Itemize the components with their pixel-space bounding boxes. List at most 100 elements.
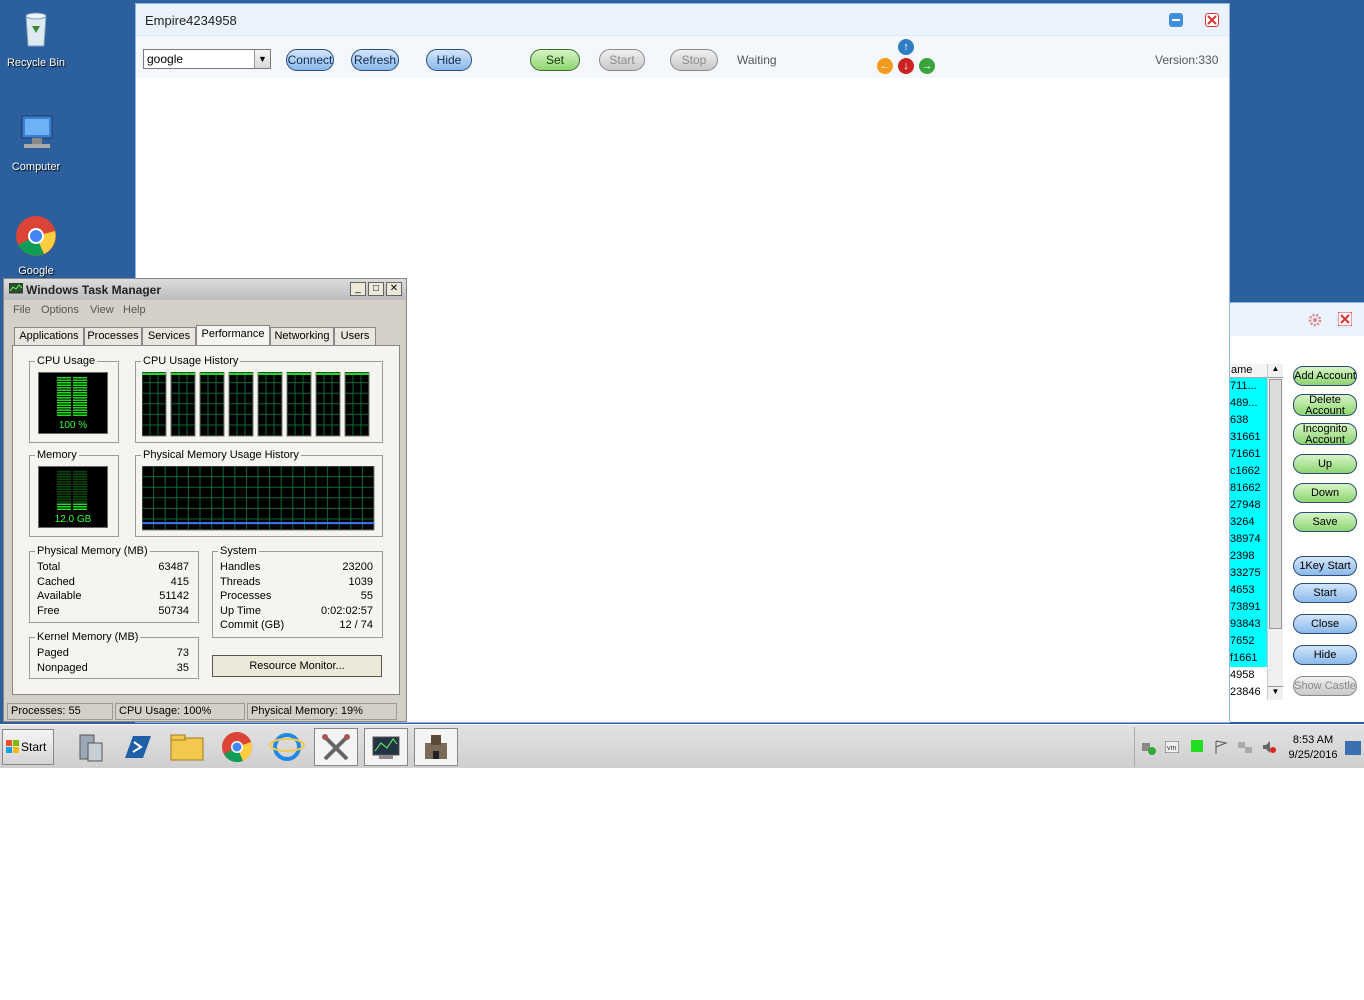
- set-button[interactable]: Set: [530, 49, 580, 71]
- minimize-button[interactable]: [1169, 13, 1183, 27]
- taskbar-task-manager[interactable]: [364, 728, 408, 766]
- stop-button[interactable]: Stop: [670, 49, 718, 71]
- account-list-scrollbar[interactable]: ▲ ▼: [1267, 364, 1283, 700]
- scroll-down-icon[interactable]: ▼: [1268, 686, 1283, 700]
- incognito-account-button[interactable]: Incognito Account: [1293, 423, 1357, 446]
- menu-options[interactable]: Options: [41, 304, 79, 316]
- menu-view[interactable]: View: [90, 304, 114, 316]
- taskbar-chrome[interactable]: [215, 728, 259, 766]
- cpu-gauge-segment: [73, 387, 87, 389]
- vm-icon[interactable]: vm: [1165, 741, 1179, 753]
- empire-titlebar: Empire4234958: [136, 4, 1229, 36]
- delete-account-button[interactable]: Delete Account: [1293, 394, 1357, 417]
- tab-processes[interactable]: Processes: [84, 327, 142, 345]
- tab-users[interactable]: Users: [334, 327, 376, 345]
- start-button[interactable]: Start: [599, 49, 645, 71]
- show-castle-button[interactable]: Show Castle: [1293, 676, 1357, 696]
- desktop-icon-computer[interactable]: Computer: [0, 110, 72, 173]
- maximize-button[interactable]: □: [368, 282, 384, 296]
- memory-gauge-segment: [57, 496, 71, 498]
- cpu-core-graph: [199, 372, 225, 437]
- taskbar-server-manager[interactable]: [66, 728, 110, 766]
- tab-networking[interactable]: Networking: [270, 327, 334, 345]
- stat-value: 12 / 74: [339, 619, 373, 631]
- desktop-icon-google[interactable]: Google: [0, 214, 72, 277]
- tab-applications[interactable]: Applications: [14, 327, 84, 345]
- powershell-icon: [125, 736, 151, 758]
- cpu-gauge-segment: [57, 409, 71, 411]
- down-button[interactable]: Down: [1293, 483, 1357, 503]
- cpu-gauge-segment: [57, 382, 71, 384]
- close-button[interactable]: ✕: [386, 282, 402, 296]
- taskbar-explorer[interactable]: [165, 728, 209, 766]
- close-icon: [1207, 15, 1217, 25]
- cpu-usage-value: 100 %: [58, 420, 88, 431]
- arrow-down-icon[interactable]: ↓: [898, 58, 914, 74]
- start-button[interactable]: Start: [2, 729, 54, 765]
- stat-label: Threads: [220, 576, 261, 588]
- stat-value: 51142: [159, 590, 189, 602]
- tab-performance[interactable]: Performance: [196, 325, 270, 346]
- show-desktop-icon[interactable]: [1345, 741, 1361, 755]
- account-hide-button[interactable]: Hide: [1293, 645, 1357, 665]
- one-key-start-button[interactable]: 1Key Start: [1293, 556, 1357, 576]
- up-button[interactable]: Up: [1293, 454, 1357, 474]
- menu-help[interactable]: Help: [123, 304, 146, 316]
- gear-icon[interactable]: [1307, 312, 1323, 328]
- save-button[interactable]: Save: [1293, 512, 1357, 532]
- tray-clock[interactable]: 8:53 AM 9/25/2016: [1283, 733, 1343, 763]
- account-start-button[interactable]: Start: [1293, 583, 1357, 603]
- empire-toolbar: google ▼ Connect Refresh Hide Set Start …: [136, 36, 1229, 78]
- stat-label: Cached: [37, 576, 75, 588]
- resource-monitor-button[interactable]: Resource Monitor...: [212, 655, 382, 677]
- close-icon[interactable]: [1338, 312, 1352, 326]
- status-green-icon[interactable]: [1191, 740, 1203, 752]
- arrow-left-icon[interactable]: ←: [877, 58, 893, 74]
- network-icon[interactable]: [1141, 741, 1157, 755]
- connect-button[interactable]: Connect: [286, 49, 334, 71]
- cpu-usage-group: CPU Usage 100 %: [29, 355, 119, 443]
- cpu-gauge-segment: [73, 399, 87, 401]
- taskbar-castle-game[interactable]: [414, 728, 458, 766]
- menu-file[interactable]: File: [13, 304, 31, 316]
- tab-services[interactable]: Services: [142, 327, 196, 345]
- memory-history-graph: [142, 466, 375, 531]
- account-close-button[interactable]: Close: [1293, 614, 1357, 634]
- network-connections-icon[interactable]: [1237, 739, 1253, 755]
- flag-icon[interactable]: [1213, 739, 1229, 755]
- cpu-core-graph: [170, 372, 196, 437]
- castle-game-icon: [425, 735, 447, 759]
- scroll-up-icon[interactable]: ▲: [1268, 364, 1283, 378]
- memory-gauge-segment: [57, 486, 71, 488]
- chevron-down-icon[interactable]: ▼: [254, 50, 270, 68]
- minimize-button[interactable]: _: [350, 282, 366, 296]
- stat-label: Total: [37, 561, 61, 573]
- status-memory: Physical Memory: 19%: [247, 703, 397, 720]
- memory-gauge-segment: [57, 483, 71, 485]
- memory-gauge-segment: [73, 481, 87, 483]
- desktop-icon-recycle-bin[interactable]: Recycle Bin: [0, 6, 72, 69]
- volume-muted-icon[interactable]: [1261, 739, 1277, 755]
- server-combo[interactable]: google ▼: [143, 49, 271, 69]
- cpu-gauge-segment: [57, 387, 71, 389]
- memory-gauge-segment: [57, 481, 71, 483]
- memory-gauge-segment: [73, 476, 87, 478]
- taskbar-tools[interactable]: [314, 728, 358, 766]
- arrow-up-icon[interactable]: ↑: [898, 39, 914, 55]
- taskbar-internet-explorer[interactable]: [265, 728, 309, 766]
- system-tray: vm 8:53 AM 9/25/2016: [1134, 727, 1362, 767]
- memory-label: Memory: [35, 449, 79, 461]
- add-account-button[interactable]: Add Account: [1293, 366, 1357, 386]
- refresh-button[interactable]: Refresh: [351, 49, 399, 71]
- memory-gauge-segment: [57, 508, 71, 510]
- taskbar-powershell[interactable]: [115, 728, 159, 766]
- memory-gauge-segment: [73, 473, 87, 475]
- memory-history-group: Physical Memory Usage History: [135, 449, 383, 537]
- arrow-right-icon[interactable]: →: [919, 58, 935, 74]
- memory-gauge-segment: [73, 483, 87, 485]
- menu-bar: File Options View Help: [4, 300, 406, 320]
- close-button[interactable]: [1205, 13, 1219, 27]
- cpu-core-graph: [228, 372, 254, 437]
- hide-button[interactable]: Hide: [426, 49, 472, 71]
- scroll-thumb[interactable]: [1269, 379, 1282, 629]
